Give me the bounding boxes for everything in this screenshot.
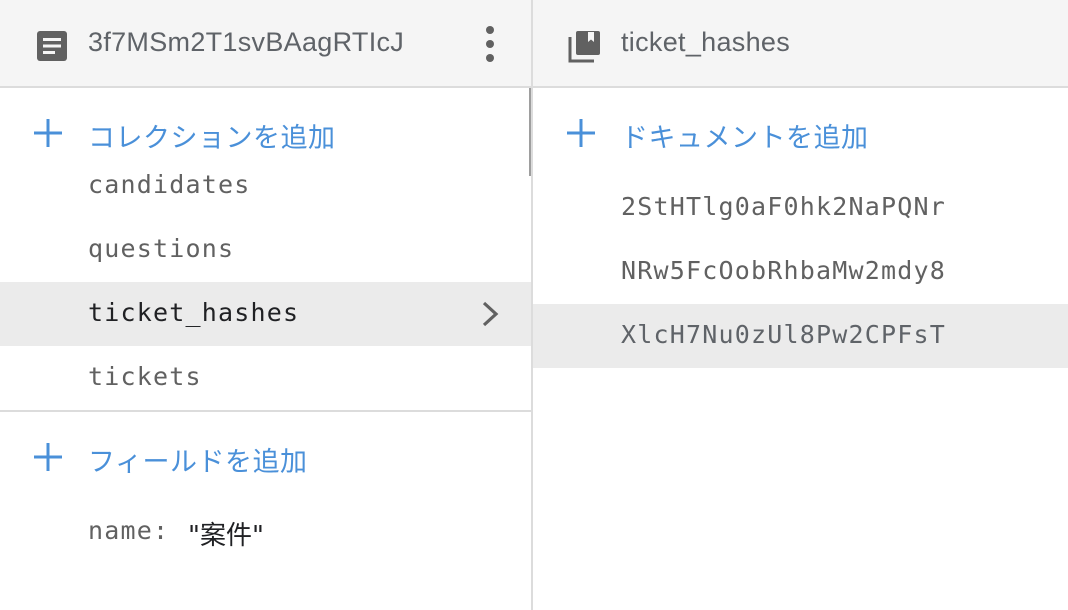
- collection-label: candidates: [88, 170, 251, 199]
- document-id-label: NRw5FcOobRhbaMw2mdy8: [621, 256, 947, 285]
- collection-item-ticket-hashes[interactable]: ticket_hashes: [0, 282, 531, 346]
- plus-icon: [34, 443, 62, 471]
- document-panel-header: 3f7MSm2T1svBAagRTIcJ: [0, 0, 531, 88]
- section-divider: [0, 410, 531, 412]
- plus-icon: [567, 119, 595, 147]
- firestore-data-view: 3f7MSm2T1svBAagRTIcJ コレクションを追加 candidate…: [0, 0, 1068, 610]
- document-item[interactable]: NRw5FcOobRhbaMw2mdy8: [533, 240, 1068, 304]
- field-value: "案件": [188, 521, 264, 551]
- add-collection-label: コレクションを追加: [88, 123, 336, 153]
- collection-item-tickets[interactable]: tickets: [0, 346, 531, 410]
- field-row-name[interactable]: name: "案件": [0, 500, 531, 556]
- document-title: 3f7MSm2T1svBAagRTIcJ: [88, 27, 405, 57]
- collection-item-candidates[interactable]: candidates: [0, 154, 531, 218]
- add-document-button[interactable]: ドキュメントを追加: [533, 102, 1068, 162]
- add-field-button[interactable]: フィールドを追加: [0, 426, 531, 486]
- more-vert-icon[interactable]: [478, 24, 502, 64]
- chevron-right-icon: [482, 301, 499, 327]
- field-key: name:: [88, 516, 170, 545]
- add-document-label: ドキュメントを追加: [621, 123, 869, 153]
- document-id-label: 2StHTlg0aF0hk2NaPQNr: [621, 192, 947, 221]
- collection-icon: [568, 31, 600, 63]
- add-field-label: フィールドを追加: [88, 447, 308, 477]
- collection-label: tickets: [88, 362, 202, 391]
- document-item[interactable]: 2StHTlg0aF0hk2NaPQNr: [533, 176, 1068, 240]
- collection-panel-header: ticket_hashes: [533, 0, 1068, 88]
- add-collection-button[interactable]: コレクションを追加: [0, 102, 531, 162]
- document-panel: 3f7MSm2T1svBAagRTIcJ コレクションを追加 candidate…: [0, 0, 531, 610]
- collection-label: ticket_hashes: [88, 298, 300, 327]
- document-icon: [37, 31, 67, 61]
- document-item-selected[interactable]: XlcH7Nu0zUl8Pw2CPFsT: [533, 304, 1068, 368]
- collection-title: ticket_hashes: [621, 27, 790, 57]
- collection-panel: ticket_hashes ドキュメントを追加 2StHTlg0aF0hk2Na…: [531, 0, 1068, 610]
- document-id-label: XlcH7Nu0zUl8Pw2CPFsT: [621, 320, 947, 349]
- collection-item-questions[interactable]: questions: [0, 218, 531, 282]
- plus-icon: [34, 119, 62, 147]
- collection-label: questions: [88, 234, 235, 263]
